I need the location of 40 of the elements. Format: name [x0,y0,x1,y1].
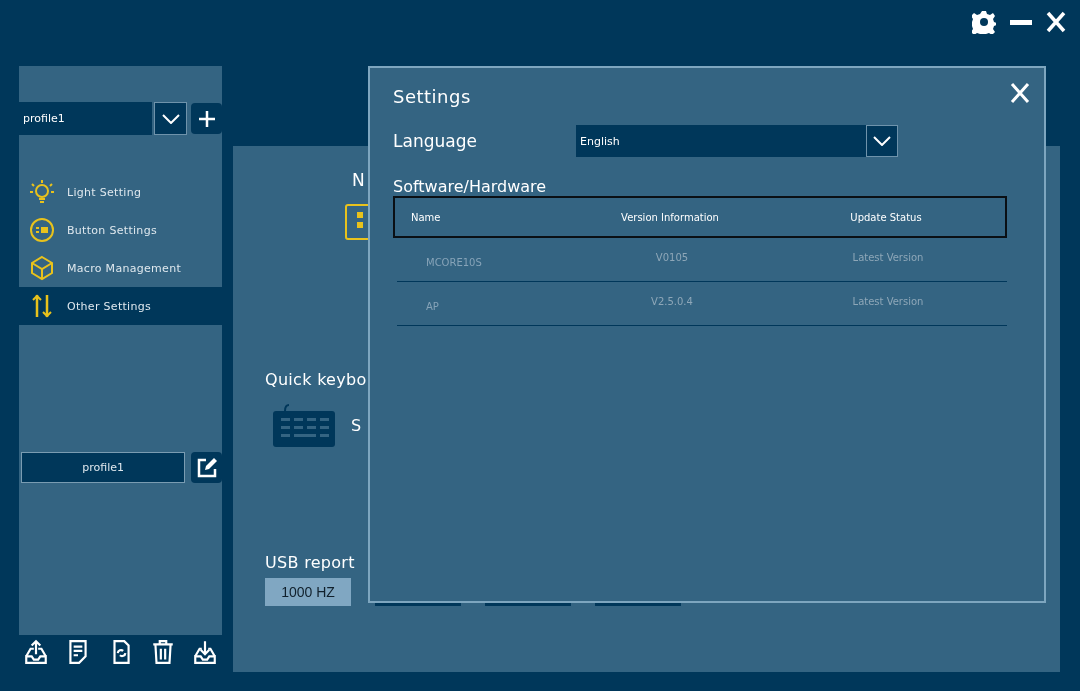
table-cell: V0105 [655,252,689,263]
table-cell: Latest Version [852,296,924,307]
section-title: USB report [265,553,356,572]
table-cell-text: AP [425,301,439,312]
table-cell: V2.5.0.4 [651,296,693,307]
column-header: Version Information [621,211,719,223]
download-tray-icon[interactable] [192,639,218,665]
table-cell: Latest Version [852,252,924,263]
add-button[interactable] [191,103,222,134]
plus-icon [197,109,216,128]
section-heading: N [352,170,365,190]
rate-option-button[interactable]: 1000 HZ [265,578,351,606]
nav-item[interactable]: Macro Management [19,249,222,287]
dropdown-button[interactable] [866,125,898,157]
section-title: Quick keybo [265,370,368,389]
option-label: S [351,415,362,435]
chevron-icon [873,136,891,146]
table-cell-text: MCORE10S [425,257,482,268]
nav-item[interactable]: Button Settings [19,211,222,249]
column-header: Name [410,211,441,223]
profile-name-field[interactable]: profile1 [21,452,186,483]
language-select[interactable]: English [576,125,866,157]
settings-icon[interactable] [972,10,996,34]
cube-icon [29,255,55,281]
language-label: Language [393,131,478,151]
section-title: Software/Hardware [393,177,548,196]
chevron-icon [161,113,180,124]
edit-button[interactable] [191,452,222,483]
close-icon[interactable] [1010,82,1030,104]
close-icon[interactable] [1046,10,1066,34]
profile-select[interactable]: profile1 [19,102,152,135]
light-bulb-icon [29,179,55,205]
edit-icon [195,456,218,479]
upload-tray-icon[interactable] [23,639,49,665]
dropdown-button[interactable] [153,102,188,135]
column-header: Update Status [850,211,922,223]
keyboard-icon [273,403,335,447]
dialog-title: Settings [393,86,472,107]
nav-item[interactable]: Light Setting [19,173,222,211]
nav-item[interactable]: Other Settings [19,287,222,325]
